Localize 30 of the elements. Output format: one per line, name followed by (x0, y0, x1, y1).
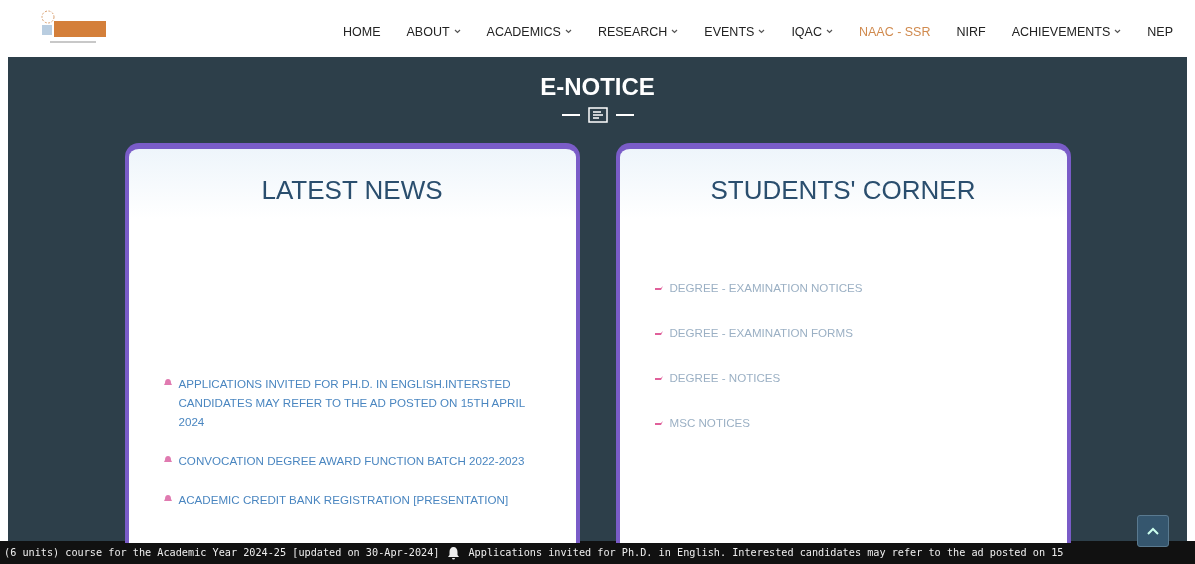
caret-icon (825, 29, 833, 34)
bell-icon (447, 545, 461, 560)
notice-link[interactable]: CONVOCATION DEGREE AWARD FUNCTION BATCH 2022-2023 (162, 451, 542, 470)
section-title: E-NOTICE (540, 73, 655, 101)
caret-icon (453, 29, 461, 34)
caret-icon (564, 29, 572, 34)
chevron-up-icon (1147, 526, 1159, 536)
back-to-top-button[interactable] (1137, 515, 1169, 547)
bell-icon (162, 378, 173, 388)
nav-link[interactable]: ACADEMICS (486, 24, 572, 39)
nav-link[interactable]: ABOUT (406, 24, 461, 39)
nav-link[interactable]: ACHIEVEMENTS (1011, 24, 1122, 39)
document-icon (587, 107, 608, 123)
card-title: LATEST NEWS (261, 175, 443, 206)
nav-link[interactable]: EVENTS (704, 24, 766, 39)
ticker-text: Applications invited for Ph.D. in English. Interested candidates may refer to the ad posted on 15 (468, 547, 1064, 558)
nav-link[interactable]: RESEARCH (597, 24, 679, 39)
caret-icon (758, 29, 766, 34)
nav-link[interactable]: HOME (343, 24, 381, 39)
caret-icon (671, 29, 679, 34)
caret-icon (1114, 29, 1122, 34)
nav-link[interactable]: NEP (1147, 24, 1173, 39)
nav-link[interactable]: NIRF (956, 24, 986, 39)
ticker-text: (6 units) course for the Academic Year 2024-25 [updated on 30-Apr-2024] (4, 547, 440, 558)
card-title: STUDENTS' CORNER (710, 175, 976, 206)
notice-link[interactable]: ACADEMIC CREDIT BANK REGISTRATION [PRESENTATION] (162, 490, 542, 509)
notice-link[interactable]: APPLICATIONS INVITED FOR PH.D. IN ENGLISH.INTERSTED CANDIDATES MAY REFER TO THE AD POSTED ON 15TH APRIL 2024 (162, 374, 542, 431)
bell-icon (162, 494, 173, 504)
bell-icon (162, 455, 173, 465)
nav-link[interactable]: IQAC (791, 24, 833, 39)
